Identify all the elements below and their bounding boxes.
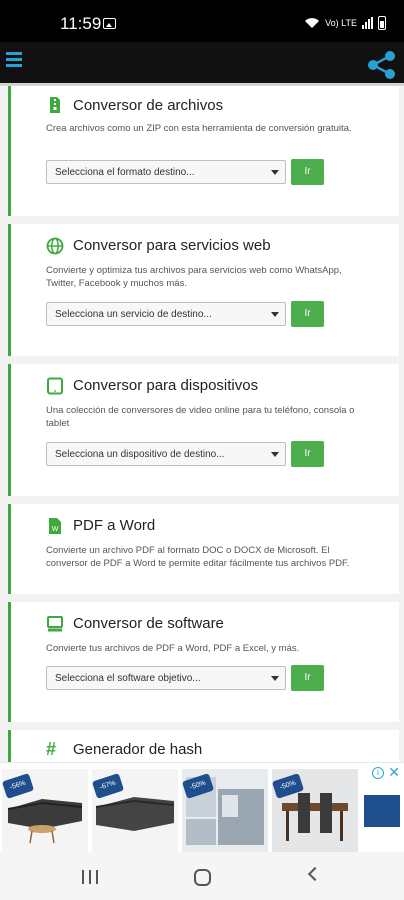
close-icon[interactable]: ✕ (388, 764, 400, 781)
ad-product-sofa-1[interactable]: -56% (1, 769, 88, 853)
format-select[interactable]: Selecciona el formato destino... (46, 160, 286, 184)
card-title: Conversor para servicios web (73, 237, 271, 254)
card-title: PDF a Word (73, 517, 156, 534)
card-title: Conversor de software (73, 615, 224, 632)
monitor-icon (47, 616, 63, 632)
share-icon[interactable] (364, 48, 398, 82)
card-web-services: Conversor para servicios web Convierte y… (8, 224, 399, 356)
tablet-icon (47, 377, 63, 395)
svg-text:W: W (52, 526, 59, 533)
go-button[interactable]: Ir (291, 441, 324, 467)
card-description: Convierte un archivo PDF al formato DOC … (46, 545, 350, 569)
converter-list: Conversor de archivos Crea archivos como… (0, 86, 404, 762)
status-bar: 11:59 Vo) LTE (0, 0, 404, 42)
chevron-down-icon (271, 676, 279, 681)
system-nav-bar (0, 852, 404, 900)
status-indicators: Vo) LTE (304, 14, 386, 32)
select-value: Selecciona un dispositivo de destino... (55, 449, 225, 460)
ad-product-kitchen[interactable]: -50% (181, 769, 268, 853)
word-file-icon: W (49, 518, 61, 534)
chevron-down-icon (271, 312, 279, 317)
go-button[interactable]: Ir (291, 665, 324, 691)
ad-product-dining[interactable]: -50% (271, 769, 358, 853)
globe-icon (46, 237, 64, 255)
signal-icon (362, 17, 373, 29)
wifi-icon (305, 18, 320, 28)
chevron-down-icon (271, 452, 279, 457)
card-title: Generador de hash (73, 741, 203, 758)
chevron-down-icon (271, 170, 279, 175)
advertiser-logo[interactable] (364, 795, 400, 827)
card-devices: Conversor para dispositivos Una colecció… (8, 364, 399, 496)
card-hash-generator[interactable]: # Generador de hash (8, 730, 399, 762)
card-description: Una colección de conversores de video on… (46, 405, 355, 429)
ad-product-sofa-2[interactable]: -67% (91, 769, 178, 853)
ad-banner[interactable]: -56% -67% -50% -50% i ✕ (0, 762, 404, 853)
select-value: Selecciona el formato destino... (55, 167, 195, 178)
software-select[interactable]: Selecciona el software objetivo... (46, 666, 286, 690)
device-select[interactable]: Selecciona un dispositivo de destino... (46, 442, 286, 466)
card-title: Conversor de archivos (73, 97, 224, 114)
card-software-converter: Conversor de software Convierte tus arch… (8, 602, 399, 722)
select-value: Selecciona un servicio de destino... (55, 309, 212, 320)
card-description: Convierte tus archivos de PDF a Word, PD… (46, 643, 300, 654)
network-label: Vo) LTE (325, 18, 357, 28)
status-time: 11:59 (60, 14, 102, 33)
info-icon[interactable]: i (372, 767, 384, 779)
hash-icon: # (46, 739, 57, 759)
home-button[interactable] (194, 869, 211, 886)
select-value: Selecciona el software objetivo... (55, 673, 201, 684)
card-description: Convierte y optimiza tus archivos para s… (46, 265, 342, 289)
card-description: Crea archivos como un ZIP con esta herra… (46, 123, 352, 134)
menu-icon[interactable] (6, 52, 22, 70)
recent-apps-button[interactable] (82, 870, 98, 884)
go-button[interactable]: Ir (291, 301, 324, 327)
back-button[interactable] (307, 866, 323, 882)
gallery-notification-icon (103, 18, 116, 29)
card-pdf-to-word[interactable]: W PDF a Word Convierte un archivo PDF al… (8, 504, 399, 594)
go-button[interactable]: Ir (291, 159, 324, 185)
battery-icon (378, 16, 386, 30)
service-select[interactable]: Selecciona un servicio de destino... (46, 302, 286, 326)
app-header (0, 42, 404, 86)
file-zip-icon (50, 97, 60, 113)
card-file-converter: Conversor de archivos Crea archivos como… (8, 86, 399, 216)
card-title: Conversor para dispositivos (73, 377, 259, 394)
